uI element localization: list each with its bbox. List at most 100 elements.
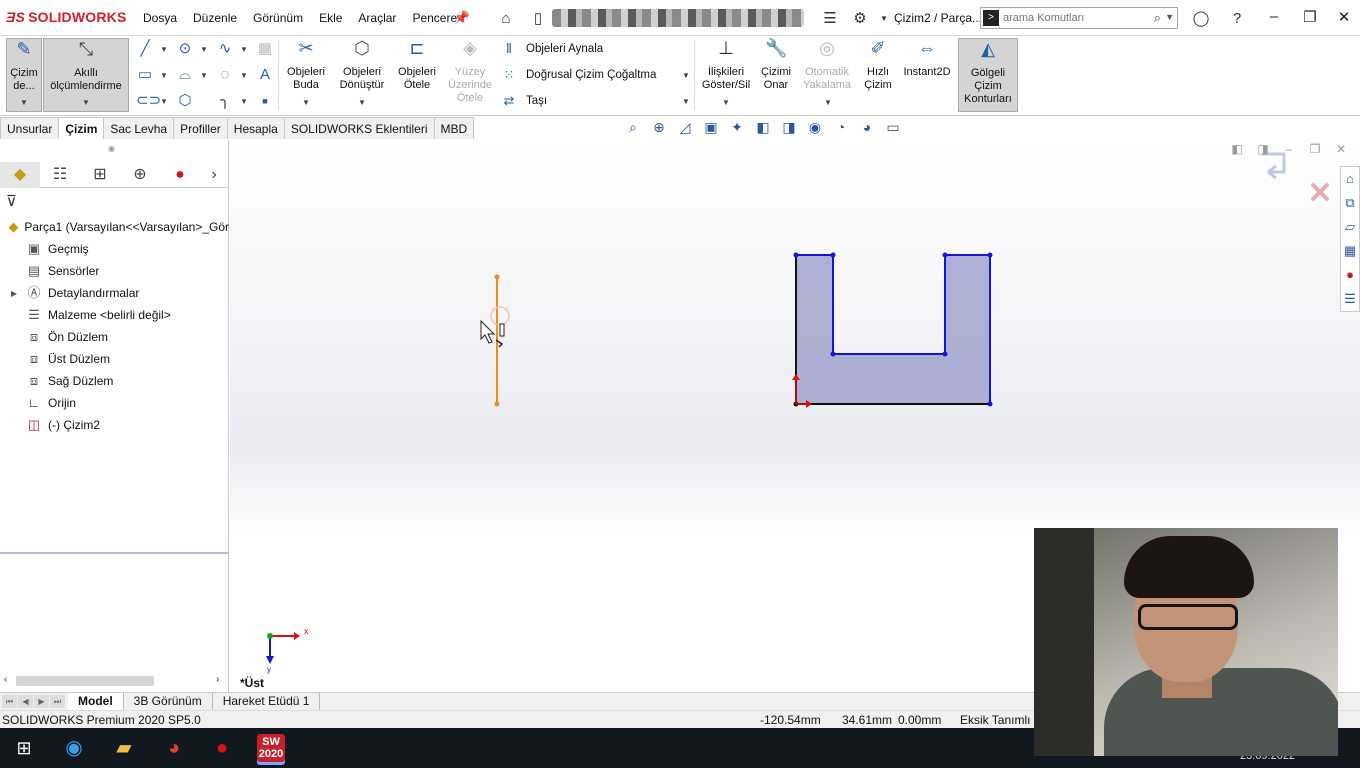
menu-araclar[interactable]: Araçlar: [358, 11, 396, 25]
spline-icon[interactable]: ∿: [216, 40, 234, 58]
feature-manager-tab-icon[interactable]: ◆: [0, 162, 40, 188]
custom-properties-icon[interactable]: ☰: [1341, 287, 1359, 311]
u-profile-sketch[interactable]: [792, 252, 993, 409]
view-palette-icon[interactable]: ▦: [1341, 239, 1359, 263]
solidworks-taskbar-icon[interactable]: SW 2020: [257, 734, 285, 762]
edit-appearance-icon[interactable]: ◔: [828, 119, 854, 137]
zoom-to-fit-icon[interactable]: ⌕: [620, 119, 646, 137]
tab-3d-view[interactable]: 3B Görünüm: [124, 693, 213, 710]
mirror-entities-button[interactable]: ⫴ Objeleri Aynala: [500, 39, 603, 59]
chevron-down-icon[interactable]: ▼: [358, 98, 366, 107]
scroll-thumb[interactable]: [16, 676, 154, 686]
tab-mbd[interactable]: MBD: [433, 117, 475, 139]
solidworks-logo[interactable]: ƎS SOLIDWORKS: [6, 9, 127, 25]
text-icon[interactable]: A: [256, 66, 274, 84]
screen-recorder-icon[interactable]: ●: [208, 734, 236, 762]
appearances-icon[interactable]: ●: [1341, 263, 1359, 287]
tab-hesapla[interactable]: Hesapla: [226, 117, 285, 139]
gear-icon[interactable]: ⚙: [850, 8, 870, 28]
chevron-right-icon[interactable]: ›: [200, 162, 228, 188]
surface-spline-icon[interactable]: ▦: [256, 40, 274, 58]
rollback-bar[interactable]: [0, 552, 229, 554]
windows-start-icon[interactable]: ⊞: [10, 734, 38, 762]
move-entities-button[interactable]: ⇄ Taşı: [500, 91, 548, 111]
menu-gorunum[interactable]: Görünüm: [253, 11, 303, 25]
chevron-down-icon[interactable]: ▼: [20, 98, 28, 107]
chrome-icon[interactable]: ◕: [160, 734, 188, 762]
circle-icon[interactable]: ⊙: [176, 40, 194, 58]
offset-entities-button[interactable]: ⊏ Objeleri Ötele: [394, 38, 440, 112]
section-view-icon[interactable]: ▣: [698, 119, 724, 137]
tree-root-part[interactable]: ◆ Parça1 (Varsayılan<<Varsayılan>_Gör: [0, 216, 229, 238]
file-explorer-icon[interactable]: ▱: [1341, 215, 1359, 239]
apply-scene-icon[interactable]: ◕: [854, 119, 880, 137]
first-tab-icon[interactable]: ⏮: [2, 695, 17, 708]
tree-item-annotations[interactable]: ▶ Ⓐ Detaylandırmalar: [0, 282, 229, 304]
offset-on-surface-button[interactable]: ◈ Yüzey Üzerinde Ötele: [444, 38, 496, 112]
command-search[interactable]: > ⌕ ▼: [980, 7, 1178, 29]
pin-icon[interactable]: 📌: [452, 8, 472, 28]
tree-item-sketch2[interactable]: ◫ (-) Çizim2: [0, 414, 229, 436]
polygon-icon[interactable]: ⬡: [176, 92, 194, 110]
view-triad[interactable]: x y: [266, 626, 309, 674]
repair-sketch-button[interactable]: 🔧 Çizimi Onar: [758, 38, 794, 112]
menu-ekle[interactable]: Ekle: [319, 11, 342, 25]
menu-duzenle[interactable]: Düzenle: [193, 11, 237, 25]
tab-solidworks-eklentileri[interactable]: SOLIDWORKS Eklentileri: [283, 117, 435, 139]
chevron-down-icon[interactable]: ▼: [82, 98, 90, 107]
dynamic-annotation-icon[interactable]: ✦: [724, 119, 750, 137]
tree-item-origin[interactable]: ∟ Orijin: [0, 392, 229, 414]
chevron-down-icon[interactable]: ▼: [824, 98, 832, 107]
tab-model[interactable]: Model: [68, 693, 124, 710]
chevron-down-icon[interactable]: ▼: [722, 98, 730, 107]
confirmation-corner[interactable]: [1262, 152, 1330, 202]
help-icon[interactable]: ?: [1227, 8, 1247, 28]
linear-pattern-button[interactable]: ⁙ Doğrusal Çizim Çoğaltma: [500, 65, 657, 85]
zoom-area-icon[interactable]: ⊕: [646, 119, 672, 137]
tab-sac-levha[interactable]: Sac Levha: [103, 117, 175, 139]
scroll-right-icon[interactable]: ›: [216, 674, 219, 685]
file-explorer-taskbar-icon[interactable]: ▰: [110, 734, 138, 762]
solidworks-resources-icon[interactable]: ⌂: [1341, 167, 1359, 191]
dimxpert-manager-tab-icon[interactable]: ⊕: [120, 162, 160, 188]
tree-horizontal-scrollbar[interactable]: ‹ ›: [0, 672, 229, 690]
selected-sketch-line[interactable]: [490, 274, 510, 407]
tree-item-material[interactable]: ☰ Malzeme <belirli değil>: [0, 304, 229, 326]
shaded-sketch-contours-button[interactable]: ◭ Gölgeli Çizim Konturları: [958, 38, 1018, 112]
tree-item-history[interactable]: ▣ Geçmiş: [0, 238, 229, 260]
configuration-manager-tab-icon[interactable]: ⊞: [80, 162, 120, 188]
maximize-button[interactable]: ❐: [1298, 8, 1322, 28]
chevron-down-icon[interactable]: ▼: [302, 98, 310, 107]
search-icon[interactable]: ⌕: [1154, 10, 1161, 26]
arc-icon[interactable]: ◌: [216, 66, 234, 84]
fillet-icon[interactable]: ╮: [216, 92, 234, 110]
property-manager-tab-icon[interactable]: ☷: [40, 162, 80, 188]
view-settings-icon[interactable]: ▭: [880, 119, 906, 137]
display-style-icon[interactable]: ◨: [776, 119, 802, 137]
close-button[interactable]: ✕: [1332, 8, 1356, 28]
straight-slot-icon[interactable]: ⊂⊃: [136, 92, 161, 110]
panel-grip-icon[interactable]: ◉: [108, 144, 115, 153]
minimize-button[interactable]: –: [1262, 8, 1286, 28]
home-icon[interactable]: ⌂: [496, 8, 516, 28]
last-tab-icon[interactable]: ⏭: [50, 695, 65, 708]
slot-icon[interactable]: ⌓: [176, 66, 194, 84]
expand-arrow-icon[interactable]: ▶: [4, 289, 24, 298]
point-icon[interactable]: ■: [256, 92, 274, 110]
line-icon[interactable]: ╱: [136, 40, 154, 58]
options-list-icon[interactable]: ☰: [820, 8, 840, 28]
chevron-down-icon[interactable]: ▼: [1165, 12, 1174, 22]
tab-profiller[interactable]: Profiller: [173, 117, 228, 139]
search-input[interactable]: [1003, 10, 1153, 26]
tree-item-top-plane[interactable]: ⧈ Üst Düzlem: [0, 348, 229, 370]
quick-access-toolbar[interactable]: [552, 9, 804, 27]
tree-item-front-plane[interactable]: ⧈ Ön Düzlem: [0, 326, 229, 348]
tab-cizim[interactable]: Çizim: [58, 117, 105, 139]
rapid-sketch-button[interactable]: ✐ Hızlı Çizim: [860, 38, 896, 112]
tree-item-sensors[interactable]: ▤ Sensörler: [0, 260, 229, 282]
view-orientation-icon[interactable]: ◧: [750, 119, 776, 137]
filter-icon[interactable]: ⊽: [6, 192, 17, 210]
next-tab-icon[interactable]: ▶: [34, 695, 49, 708]
tab-unsurlar[interactable]: Unsurlar: [0, 117, 60, 139]
previous-view-icon[interactable]: ◿: [672, 119, 698, 137]
